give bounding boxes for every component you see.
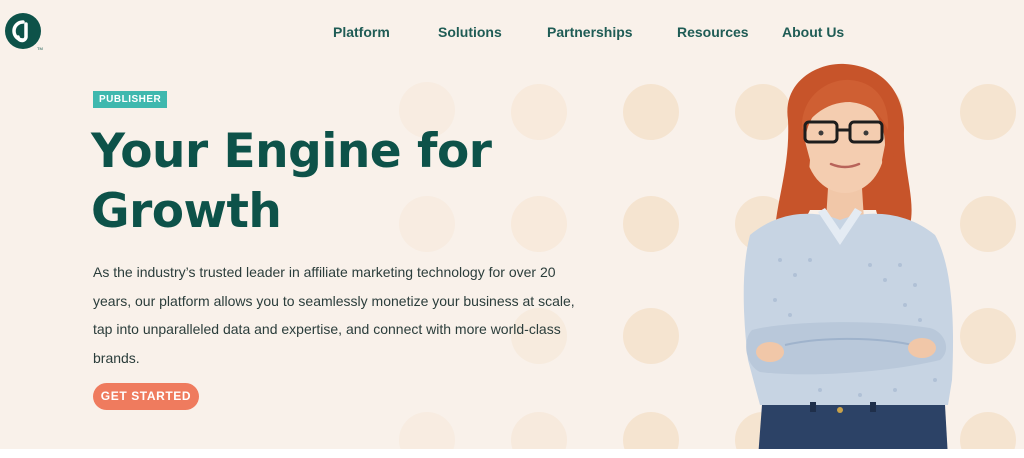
hero-person-image <box>743 63 954 458</box>
page: TM Platform Solutions Partnerships Resou… <box>0 0 1024 458</box>
trademark: TM <box>37 46 43 51</box>
publisher-badge: PUBLISHER <box>93 91 168 108</box>
nav-item-platform[interactable]: Platform <box>333 22 390 42</box>
hero-description: As the industry’s trusted leader in affi… <box>93 264 575 366</box>
main-nav: Platform Solutions Partnerships Resource… <box>0 22 1024 42</box>
nav-item-about-us[interactable]: About Us <box>782 22 844 42</box>
nav-item-solutions[interactable]: Solutions <box>438 22 502 42</box>
nav-item-resources[interactable]: Resources <box>677 22 749 42</box>
get-started-button[interactable]: GET STARTED <box>93 383 199 410</box>
nav-item-partnerships[interactable]: Partnerships <box>547 22 633 42</box>
bottom-strip <box>0 449 1024 458</box>
hero-headline: Your Engine for Growth <box>91 124 492 239</box>
